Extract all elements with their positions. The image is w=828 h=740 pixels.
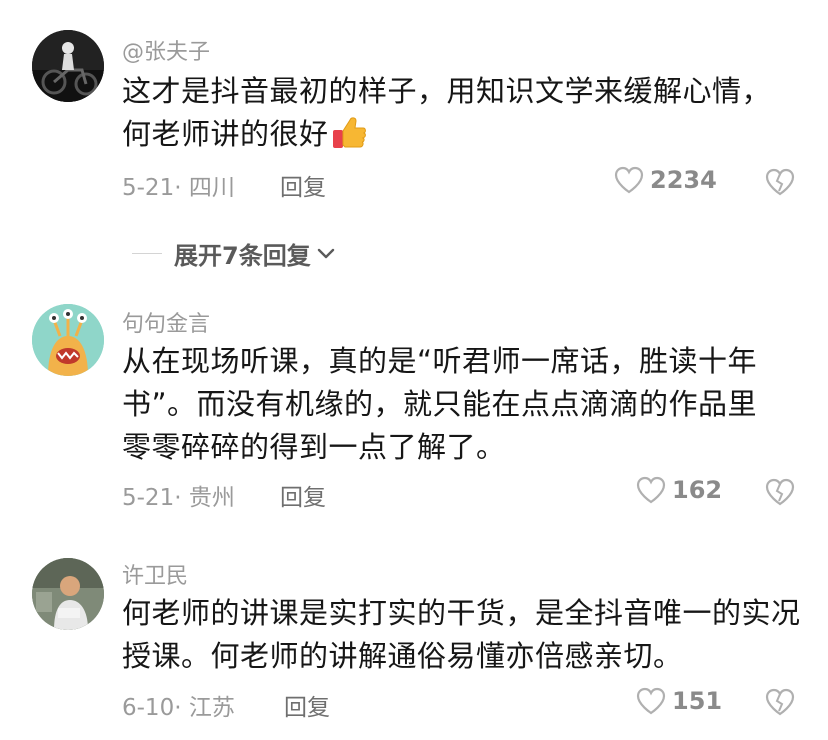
thumbs-up-icon [331, 116, 367, 162]
avatar[interactable] [32, 304, 104, 376]
avatar[interactable] [32, 30, 104, 102]
heart-icon [614, 166, 644, 194]
like-count: 2234 [650, 166, 717, 194]
broken-heart-icon[interactable] [764, 167, 796, 197]
avatar[interactable] [32, 558, 104, 630]
date-location: 6-10· 江苏 [122, 695, 235, 721]
reply-button[interactable]: 回复 [280, 168, 326, 202]
date-location: 5-21· 贵州 [122, 485, 235, 511]
heart-icon [636, 687, 666, 715]
like-count: 151 [672, 687, 723, 715]
expand-replies-button[interactable]: 展开7条回复 [132, 236, 337, 270]
like-button[interactable]: 2234 [614, 166, 717, 194]
comment-text-content: 这才是抖音最初的样子，用知识文学来缓解心情，何老师讲的很好 [122, 74, 772, 151]
like-count: 162 [672, 476, 723, 504]
comment-text: 这才是抖音最初的样子，用知识文学来缓解心情，何老师讲的很好 [122, 70, 782, 162]
broken-heart-icon[interactable] [764, 477, 796, 507]
broken-heart-icon[interactable] [764, 687, 796, 717]
like-button[interactable]: 151 [636, 687, 722, 715]
reply-button[interactable]: 回复 [280, 478, 326, 512]
reply-button[interactable]: 回复 [284, 688, 330, 722]
like-button[interactable]: 162 [636, 476, 722, 504]
comment-text: 何老师的讲课是实打实的干货，是全抖音唯一的实况授课。何老师的讲解通俗易懂亦倍感亲… [122, 596, 801, 673]
username[interactable]: 许卫民 [122, 558, 188, 590]
divider [132, 252, 162, 254]
expand-replies-label: 展开7条回复 [174, 241, 311, 270]
chevron-down-icon [317, 248, 334, 259]
username[interactable]: @张夫子 [122, 34, 210, 66]
username[interactable]: 句句金言 [122, 306, 210, 338]
date-location: 5-21· 四川 [122, 175, 235, 201]
comment-text: 从在现场听课，真的是“听君师一席话，胜读十年书”。而没有机缘的，就只能在点点滴滴… [122, 344, 758, 464]
heart-icon [636, 476, 666, 504]
